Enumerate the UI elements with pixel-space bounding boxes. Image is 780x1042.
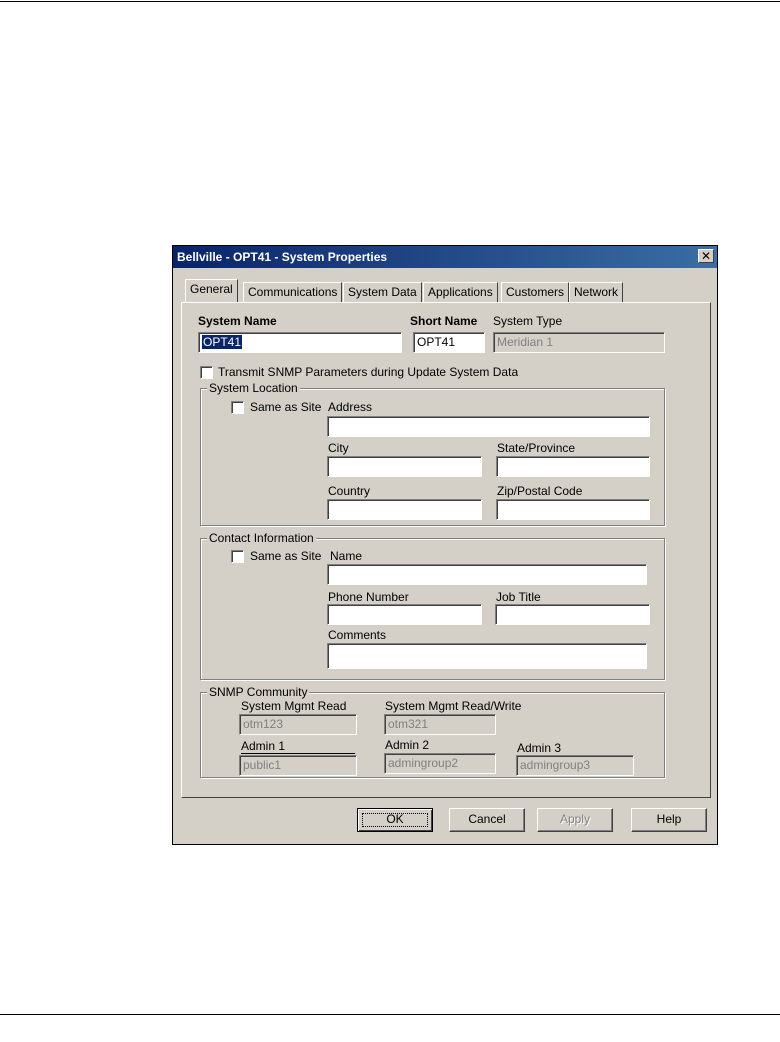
comments-label: Comments	[328, 628, 387, 642]
snmp-community-group: SNMP Community System Mgmt Read otm123 S…	[200, 685, 665, 778]
system-properties-dialog: Bellville - OPT41 - System Properties ✕ …	[172, 245, 718, 845]
close-icon: ✕	[700, 249, 712, 263]
state-field[interactable]	[496, 456, 650, 477]
job-title-field[interactable]	[495, 604, 650, 625]
tab-applications[interactable]: Applications	[423, 282, 498, 302]
address-label: Address	[328, 400, 373, 414]
admin3-field: admingroup3	[516, 755, 634, 776]
short-name-label: Short Name	[410, 314, 478, 328]
tab-customers[interactable]: Customers	[501, 282, 570, 302]
tab-strip: General Communications System Data Appli…	[185, 279, 705, 302]
phone-number-field[interactable]	[327, 604, 482, 625]
state-label: State/Province	[497, 441, 576, 455]
system-name-label: System Name	[198, 314, 277, 328]
admin2-field: admingroup2	[384, 753, 496, 774]
general-tab-panel: System Name OPT41 Short Name OPT41 Syste…	[181, 302, 711, 798]
admin1-field: public1	[239, 755, 357, 776]
system-type-field: Meridian 1	[493, 332, 665, 353]
dialog-title: Bellville - OPT41 - System Properties	[177, 250, 388, 264]
admin3-label: Admin 3	[517, 741, 562, 755]
contact-name-field[interactable]	[327, 564, 647, 585]
admin1-label: Admin 1	[241, 739, 355, 754]
admin2-label: Admin 2	[385, 738, 430, 752]
contact-same-as-site-checkbox[interactable]	[231, 550, 244, 563]
city-field[interactable]	[327, 456, 482, 477]
page-top-rule	[0, 1, 780, 2]
system-name-field[interactable]: OPT41	[198, 332, 402, 353]
read-write-field: otm321	[384, 714, 496, 735]
tab-general[interactable]: General	[185, 279, 238, 302]
apply-button[interactable]: Apply	[537, 808, 613, 832]
cancel-button[interactable]: Cancel	[449, 808, 525, 832]
address-field[interactable]	[327, 416, 650, 437]
tab-communications[interactable]: Communications	[243, 282, 343, 302]
tab-system-data[interactable]: System Data	[343, 282, 422, 302]
location-same-as-site-label: Same as Site	[250, 400, 322, 414]
read-write-label: System Mgmt Read/Write	[385, 699, 522, 713]
system-location-label: System Location	[207, 381, 300, 395]
transmit-snmp-label: Transmit SNMP Parameters during Update S…	[218, 365, 519, 379]
ok-focus-rect	[362, 813, 428, 827]
snmp-community-label: SNMP Community	[207, 685, 310, 699]
contact-same-as-site-label: Same as Site	[250, 549, 322, 563]
country-field[interactable]	[327, 499, 482, 520]
contact-information-label: Contact Information	[207, 531, 316, 545]
country-label: Country	[328, 484, 371, 498]
city-label: City	[328, 441, 349, 455]
system-name-value: OPT41	[202, 335, 243, 349]
system-location-group: System Location Same as Site Address Cit…	[200, 381, 665, 526]
contact-information-group: Contact Information Same as Site Name Ph…	[200, 531, 665, 680]
read-label: System Mgmt Read	[241, 699, 347, 713]
zip-label: Zip/Postal Code	[497, 484, 583, 498]
job-title-label: Job Title	[496, 590, 541, 604]
location-same-as-site-checkbox[interactable]	[231, 401, 244, 414]
comments-field[interactable]	[327, 643, 647, 669]
help-button[interactable]: Help	[631, 808, 707, 832]
tab-network[interactable]: Network	[569, 282, 624, 302]
transmit-snmp-checkbox[interactable]	[200, 366, 213, 379]
page-bottom-rule	[0, 1014, 780, 1015]
short-name-field[interactable]: OPT41	[413, 332, 485, 353]
system-type-label: System Type	[493, 314, 563, 328]
ok-button[interactable]: OK	[357, 808, 433, 832]
phone-number-label: Phone Number	[328, 590, 409, 604]
title-bar[interactable]: Bellville - OPT41 - System Properties ✕	[173, 246, 717, 268]
zip-field[interactable]	[496, 499, 650, 520]
read-field: otm123	[239, 714, 357, 735]
close-button[interactable]: ✕	[698, 249, 714, 263]
contact-name-label: Name	[330, 549, 363, 563]
